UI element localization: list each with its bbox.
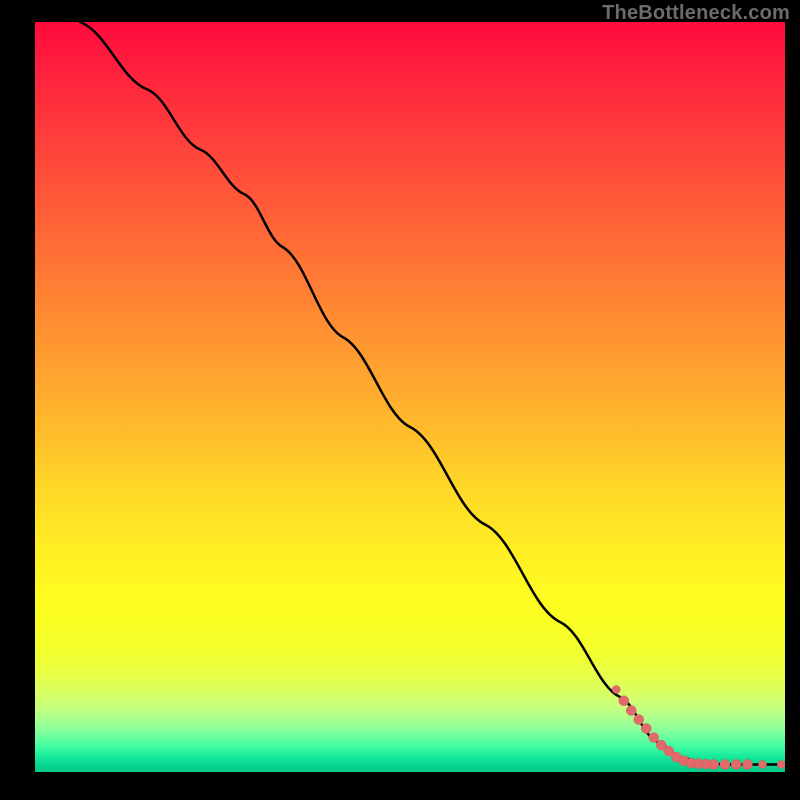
data-point (720, 760, 730, 770)
data-point (777, 761, 785, 769)
data-point (619, 696, 629, 706)
data-point (709, 760, 719, 770)
data-points (35, 22, 785, 772)
data-point (626, 706, 636, 716)
data-point (759, 761, 767, 769)
data-point (731, 760, 741, 770)
data-point (641, 724, 651, 734)
data-point (686, 758, 696, 768)
data-point (612, 686, 620, 694)
data-point (701, 759, 711, 769)
chart-root: TheBottleneck.com (0, 0, 800, 800)
data-point (656, 740, 666, 750)
data-point (694, 759, 704, 769)
curve-line (35, 22, 785, 772)
data-point (649, 733, 659, 743)
watermark-label: TheBottleneck.com (602, 2, 790, 25)
data-point (679, 756, 689, 766)
plot-area (35, 22, 785, 772)
data-point (664, 746, 674, 756)
data-point (743, 760, 753, 770)
data-point (671, 752, 681, 762)
data-point (634, 715, 644, 725)
